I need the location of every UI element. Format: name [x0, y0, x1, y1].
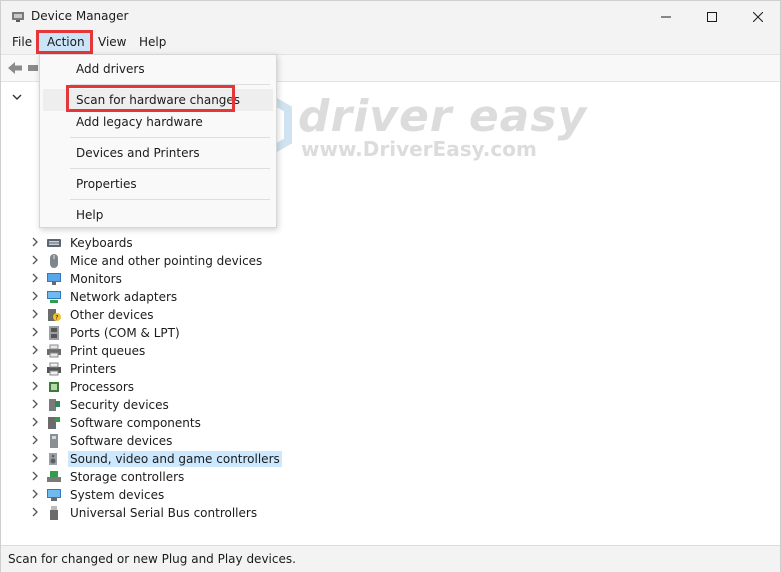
tree-item-label: Sound, video and game controllers [68, 451, 282, 467]
svg-text:?: ? [55, 315, 58, 322]
storage-icon [46, 469, 62, 485]
tree-item-label: Software devices [70, 434, 173, 448]
menu-item-add-drivers[interactable]: Add drivers [76, 62, 145, 76]
expand-chevron-icon[interactable] [31, 327, 41, 340]
maximize-icon [707, 11, 717, 22]
expand-chevron-icon[interactable] [31, 237, 41, 250]
expand-chevron-icon[interactable] [31, 291, 41, 304]
expand-chevron-icon[interactable] [31, 381, 41, 394]
action-dropdown-menu: Add drivers Scan for hardware changes Ad… [39, 54, 277, 228]
printer-icon [46, 361, 62, 377]
port-icon [46, 325, 62, 341]
window-title: Device Manager [31, 9, 129, 23]
keyboard-icon [46, 235, 62, 251]
menu-help[interactable]: Help [137, 35, 168, 49]
expand-chevron-icon[interactable] [31, 435, 41, 448]
unknown-device-icon: ? [46, 307, 62, 323]
tree-item-label: Monitors [70, 272, 122, 286]
tree-item-label: Security devices [70, 398, 169, 412]
watermark-url: www.DriverEasy.com [301, 137, 537, 161]
tree-item-label: Other devices [70, 308, 154, 322]
watermark-brand: driver easy [298, 91, 588, 142]
expand-chevron-icon[interactable] [31, 399, 41, 412]
tree-item[interactable]: Keyboards [31, 234, 135, 252]
expand-chevron-icon[interactable] [31, 309, 41, 322]
device-manager-window: Device Manager File View Help Action Key… [0, 0, 781, 572]
scan-hardware-highlight [66, 85, 235, 112]
close-button[interactable] [735, 1, 781, 32]
tree-item[interactable]: Universal Serial Bus controllers [31, 504, 259, 522]
expand-chevron-icon[interactable] [31, 363, 41, 376]
expand-chevron-icon[interactable] [31, 489, 41, 502]
tree-item[interactable]: Sound, video and game controllers [31, 450, 282, 468]
mouse-icon [46, 253, 62, 269]
print-queue-icon [46, 343, 62, 359]
software-component-icon [46, 415, 62, 431]
processor-icon [46, 379, 62, 395]
tree-item[interactable]: Printers [31, 360, 118, 378]
menu-view[interactable]: View [96, 35, 128, 49]
tree-item-label: Mice and other pointing devices [70, 254, 263, 268]
tree-item[interactable]: Network adapters [31, 288, 179, 306]
expand-chevron-icon[interactable] [11, 91, 23, 103]
tree-item-label: Processors [70, 380, 135, 394]
tree-item[interactable]: Ports (COM & LPT) [31, 324, 182, 342]
tree-item[interactable]: Monitors [31, 270, 124, 288]
minimize-button[interactable] [643, 1, 689, 32]
menu-item-devices-printers[interactable]: Devices and Printers [76, 146, 200, 160]
back-arrow-icon[interactable] [7, 61, 23, 75]
tree-item[interactable]: ? Other devices [31, 306, 156, 324]
expand-chevron-icon[interactable] [31, 273, 41, 286]
system-icon [46, 487, 62, 503]
tree-item[interactable]: System devices [31, 486, 166, 504]
tree-item-label: System devices [70, 488, 165, 502]
tree-item-label: Keyboards [70, 236, 133, 250]
menu-file[interactable]: File [10, 35, 34, 49]
speaker-icon [46, 451, 62, 467]
tree-item[interactable]: Processors [31, 378, 136, 396]
menu-item-add-legacy-hardware[interactable]: Add legacy hardware [76, 115, 203, 129]
expand-chevron-icon[interactable] [31, 417, 41, 430]
expand-chevron-icon[interactable] [31, 453, 41, 466]
tree-item[interactable]: Security devices [31, 396, 171, 414]
tree-item-label: Software components [70, 416, 201, 430]
maximize-button[interactable] [689, 1, 735, 32]
menu-action[interactable]: Action [45, 35, 87, 49]
menu-separator [70, 168, 270, 169]
tree-item-label: Network adapters [70, 290, 178, 304]
forward-arrow-icon[interactable] [27, 61, 39, 75]
tree-item-label: Printers [70, 362, 117, 376]
menu-bar: File View Help [1, 32, 780, 54]
tree-item-label: Print queues [70, 344, 146, 358]
expand-chevron-icon[interactable] [31, 345, 41, 358]
menu-separator [70, 137, 270, 138]
tree-item[interactable]: Software devices [31, 432, 174, 450]
tree-item-label: Storage controllers [70, 470, 185, 484]
expand-chevron-icon[interactable] [31, 507, 41, 520]
tree-item[interactable]: Software components [31, 414, 203, 432]
tree-item[interactable]: Storage controllers [31, 468, 186, 486]
close-icon [753, 11, 763, 22]
software-device-icon [46, 433, 62, 449]
tree-item-label: Ports (COM & LPT) [70, 326, 180, 340]
device-manager-icon [12, 12, 24, 22]
monitor-icon [46, 271, 62, 287]
tree-item[interactable]: Mice and other pointing devices [31, 252, 264, 270]
security-icon [46, 397, 62, 413]
menu-separator [70, 199, 270, 200]
network-icon [46, 289, 62, 305]
status-text: Scan for changed or new Plug and Play de… [8, 552, 296, 566]
expand-chevron-icon[interactable] [31, 471, 41, 484]
usb-icon [46, 505, 62, 521]
tree-item[interactable]: Print queues [31, 342, 147, 360]
menu-item-help[interactable]: Help [76, 208, 103, 222]
title-bar: Device Manager [1, 1, 780, 32]
expand-chevron-icon[interactable] [31, 255, 41, 268]
status-bar: Scan for changed or new Plug and Play de… [1, 545, 780, 572]
menu-item-properties[interactable]: Properties [76, 177, 137, 191]
tree-item-label: Universal Serial Bus controllers [70, 506, 258, 520]
minimize-icon [661, 16, 671, 17]
